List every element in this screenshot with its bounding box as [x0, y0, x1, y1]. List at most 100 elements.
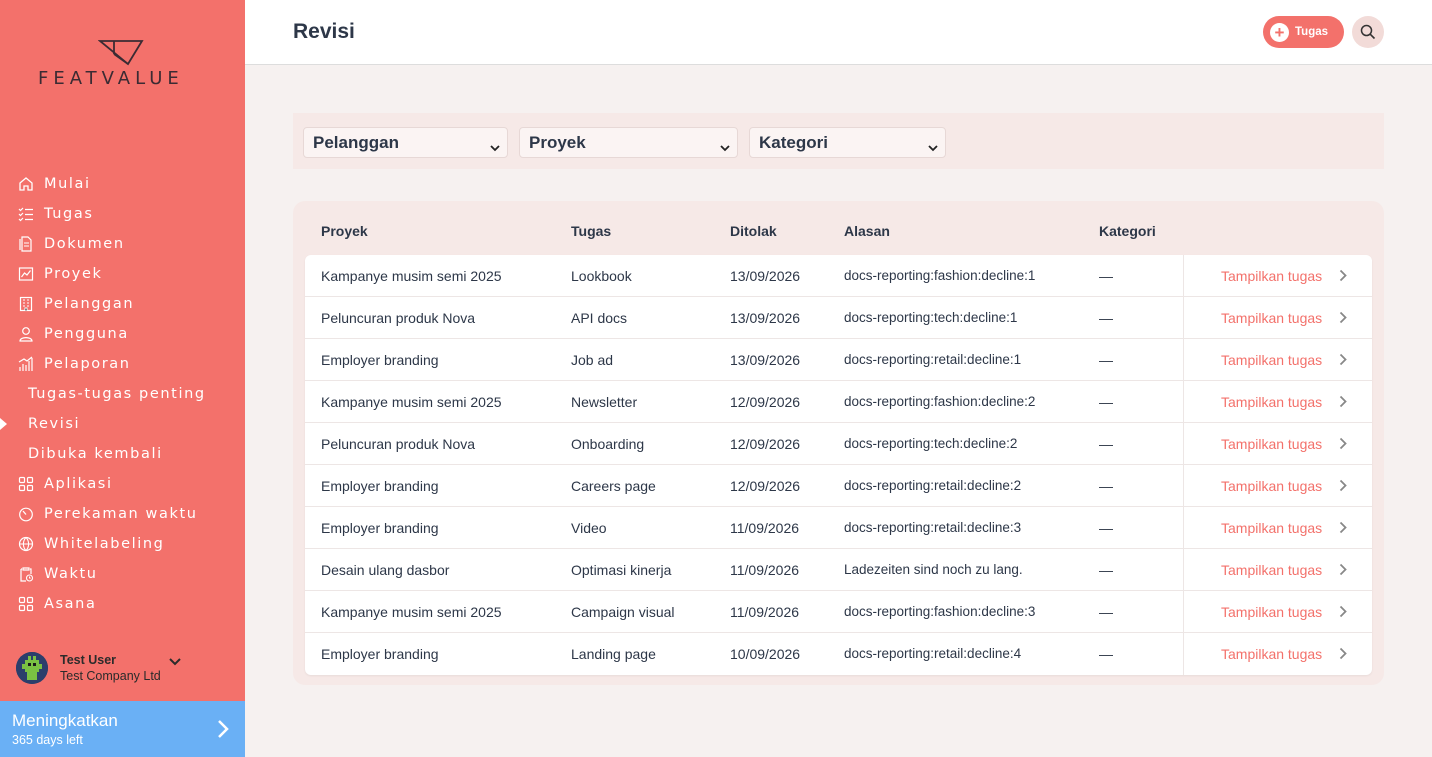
- table-row: Kampanye musim semi 2025 Lookbook 13/09/20…: [305, 255, 1372, 297]
- show-task-cell: Tampilkan tugas: [1183, 423, 1372, 465]
- sidebar-item-tugas[interactable]: Tugas: [0, 199, 245, 229]
- chevron-right-icon[interactable]: [1339, 647, 1347, 665]
- chevron-down-icon: [720, 137, 730, 157]
- apps-icon: [17, 475, 35, 493]
- cell-task: Landing page: [571, 646, 656, 662]
- cell-project: Desain ulang dasbor: [321, 562, 450, 578]
- add-task-button[interactable]: + Tugas: [1263, 16, 1344, 48]
- top-header: Revisi + Tugas: [245, 0, 1432, 65]
- cell-category: —: [1099, 394, 1113, 410]
- sidebar-item-label: Pelanggan: [44, 296, 135, 312]
- cell-reason: docs-reporting:retail:decline:4: [844, 646, 1022, 661]
- column-header-reason[interactable]: Alasan: [844, 223, 890, 239]
- sidebar-item-pelanggan[interactable]: Pelanggan: [0, 289, 245, 319]
- sidebar-item-waktu[interactable]: Waktu: [0, 559, 245, 589]
- timer-icon: [17, 505, 35, 523]
- chevron-right-icon[interactable]: [1339, 269, 1347, 287]
- chevron-right-icon: [217, 719, 229, 744]
- cell-task: Careers page: [571, 478, 656, 494]
- cell-project: Employer branding: [321, 352, 439, 368]
- cell-task: Newsletter: [571, 394, 638, 410]
- sidebar-item-label: Perekaman waktu: [44, 506, 198, 522]
- show-task-cell: Tampilkan tugas: [1183, 591, 1372, 633]
- sidebar-item-tugas-penting[interactable]: Tugas-tugas penting: [0, 379, 245, 409]
- sidebar-item-revisi[interactable]: Revisi: [0, 409, 245, 439]
- sidebar: FEATVALUE Mulai Tugas Dokumen Proyek Pel…: [0, 0, 245, 757]
- page-title: Revisi: [293, 20, 355, 43]
- chevron-right-icon[interactable]: [1339, 605, 1347, 623]
- cell-reason: docs-reporting:retail:decline:2: [844, 478, 1022, 493]
- chevron-right-icon[interactable]: [1339, 395, 1347, 413]
- table-row: Employer branding Careers page 12/09/2026 d…: [305, 465, 1372, 507]
- featvalue-logo[interactable]: FEATVALUE: [38, 40, 210, 89]
- show-task-link[interactable]: Tampilkan tugas: [1221, 646, 1322, 662]
- sidebar-item-pelaporan[interactable]: Pelaporan: [0, 349, 245, 379]
- cell-category: —: [1099, 436, 1113, 452]
- chevron-down-icon[interactable]: [169, 653, 181, 671]
- sidebar-item-label: Mulai: [44, 176, 91, 192]
- building-icon: [17, 295, 35, 313]
- sidebar-item-asana[interactable]: Asana: [0, 589, 245, 619]
- cell-category: —: [1099, 562, 1113, 578]
- chevron-right-icon[interactable]: [1339, 521, 1347, 539]
- column-header-project[interactable]: Proyek: [321, 223, 368, 239]
- sidebar-item-dibuka-kembali[interactable]: Dibuka kembali: [0, 439, 245, 469]
- user-name: Test User: [60, 653, 117, 667]
- category-select[interactable]: Kategori: [749, 127, 946, 158]
- customer-select[interactable]: Pelanggan: [303, 127, 508, 158]
- show-task-link[interactable]: Tampilkan tugas: [1221, 310, 1322, 326]
- column-header-category[interactable]: Kategori: [1099, 223, 1156, 239]
- chevron-right-icon[interactable]: [1339, 563, 1347, 581]
- cell-reason: Ladezeiten sind noch zu lang.: [844, 562, 1023, 577]
- upgrade-banner[interactable]: Meningkatkan 365 days left: [0, 701, 245, 757]
- cell-category: —: [1099, 604, 1113, 620]
- column-header-task[interactable]: Tugas: [571, 223, 611, 239]
- logo-mark-icon: [98, 40, 144, 66]
- chevron-right-icon[interactable]: [1339, 479, 1347, 497]
- sidebar-item-label: Pelaporan: [44, 356, 131, 372]
- show-task-link[interactable]: Tampilkan tugas: [1221, 394, 1322, 410]
- filter-bar: Pelanggan Proyek Kategori: [293, 113, 1384, 169]
- cell-rejected-date: 10/09/2026: [730, 646, 801, 662]
- table-row: Kampanye musim semi 2025 Newsletter 12/09/…: [305, 381, 1372, 423]
- user-menu[interactable]: Test User Test Company Ltd: [16, 652, 181, 684]
- sidebar-item-label: Pengguna: [44, 326, 129, 342]
- cell-task: Job ad: [571, 352, 614, 368]
- search-button[interactable]: [1352, 16, 1384, 48]
- cell-task: Optimasi kinerja: [571, 562, 672, 578]
- sidebar-item-mulai[interactable]: Mulai: [0, 169, 245, 199]
- sidebar-item-proyek[interactable]: Proyek: [0, 259, 245, 289]
- cell-rejected-date: 11/09/2026: [730, 562, 800, 578]
- cell-category: —: [1099, 646, 1113, 662]
- show-task-link[interactable]: Tampilkan tugas: [1221, 604, 1322, 620]
- cell-project: Peluncuran produk Nova: [321, 310, 476, 326]
- chevron-down-icon: [490, 137, 500, 157]
- column-header-rejected[interactable]: Ditolak: [730, 223, 777, 239]
- table-header: Proyek Tugas Ditolak Alasan Kategori: [293, 201, 1384, 255]
- chevron-right-icon[interactable]: [1339, 437, 1347, 455]
- sidebar-item-pengguna[interactable]: Pengguna: [0, 319, 245, 349]
- show-task-link[interactable]: Tampilkan tugas: [1221, 268, 1322, 284]
- cell-task: Campaign visual: [571, 604, 675, 620]
- apps-icon: [17, 595, 35, 613]
- cell-category: —: [1099, 478, 1113, 494]
- show-task-link[interactable]: Tampilkan tugas: [1221, 562, 1322, 578]
- sidebar-item-dokumen[interactable]: Dokumen: [0, 229, 245, 259]
- table-row: Peluncuran produk Nova Onboarding 12/09/20…: [305, 423, 1372, 465]
- project-select[interactable]: Proyek: [519, 127, 738, 158]
- chevron-right-icon[interactable]: [1339, 311, 1347, 329]
- sidebar-item-whitelabeling[interactable]: Whitelabeling: [0, 529, 245, 559]
- cell-reason: docs-reporting:retail:decline:1: [844, 352, 1022, 367]
- clipboard-clock-icon: [17, 565, 35, 583]
- cell-rejected-date: 13/09/2026: [730, 352, 801, 368]
- sidebar-item-perekaman-waktu[interactable]: Perekaman waktu: [0, 499, 245, 529]
- show-task-link[interactable]: Tampilkan tugas: [1221, 352, 1322, 368]
- show-task-link[interactable]: Tampilkan tugas: [1221, 436, 1322, 452]
- sidebar-item-label: Aplikasi: [44, 476, 113, 492]
- cell-task: Lookbook: [571, 268, 632, 284]
- show-task-link[interactable]: Tampilkan tugas: [1221, 478, 1322, 494]
- cell-project: Kampanye musim semi 2025: [321, 268, 502, 284]
- chevron-right-icon[interactable]: [1339, 353, 1347, 371]
- sidebar-item-aplikasi[interactable]: Aplikasi: [0, 469, 245, 499]
- show-task-link[interactable]: Tampilkan tugas: [1221, 520, 1322, 536]
